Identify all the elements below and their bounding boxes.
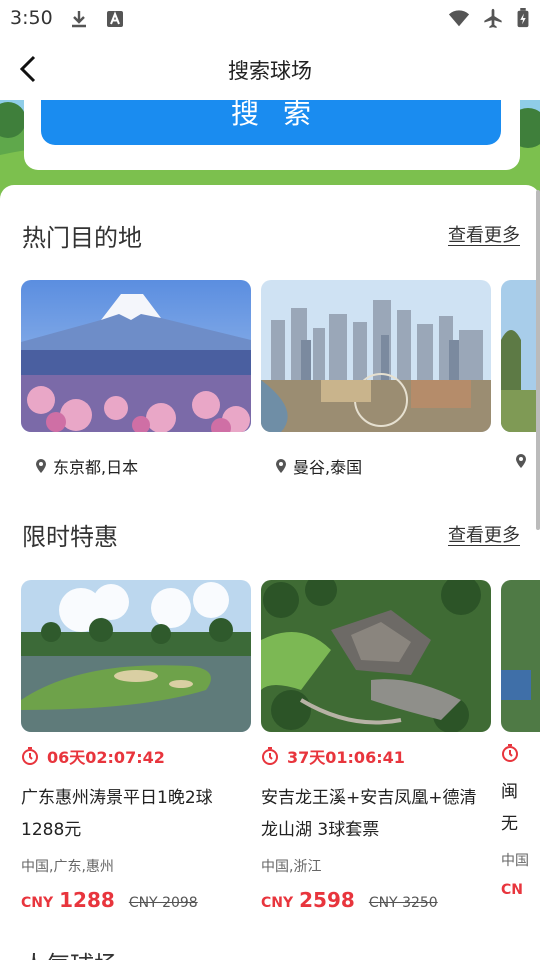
status-time: 3:50 (10, 7, 53, 29)
deal-timer-text: 37天01:06:41 (287, 748, 405, 767)
font-icon (107, 11, 123, 27)
battery-icon (517, 8, 529, 28)
stopwatch-icon (262, 747, 278, 765)
deal-card[interactable]: 06天02:07:42 广东惠州涛景平日1晚2球1288元 中国,广东,惠州 C… (21, 580, 251, 912)
deal-currency: CNY (21, 895, 54, 911)
destination-label (501, 454, 540, 468)
deal-card[interactable]: 37天01:06:41 安吉龙王溪+安吉凤凰+德清龙山湖 3球套票 中国,浙江 … (261, 580, 491, 912)
page-title: 搜索球场 (228, 59, 312, 83)
navigation-bar: 搜索球场 (0, 38, 540, 100)
deal-price-row: CNY 2598 CNY 3250 (261, 888, 491, 912)
download-icon (72, 11, 86, 28)
deal-title: 闽无 (501, 782, 518, 834)
deal-price: 2598 (299, 888, 355, 912)
destination-card[interactable]: 曼谷,泰国 (261, 280, 491, 478)
section-title-popular-courses: 人气球场 (22, 945, 118, 960)
deal-timer: 06天02:07:42 (21, 744, 251, 768)
destination-name: 东京都,日本 (53, 458, 139, 477)
deal-image-resort (261, 580, 491, 732)
destination-label: 东京都,日本 (21, 454, 251, 478)
destination-image-partial (501, 280, 540, 432)
deal-price-row: CNY 1288 CNY 2098 (21, 888, 251, 912)
section-title-deals: 限时特惠 (22, 523, 118, 551)
deal-location: 中国,广东,惠州 (21, 859, 114, 875)
status-icons-left (68, 9, 126, 29)
search-button[interactable]: 搜索 (41, 100, 501, 145)
deal-currency: CNY (261, 895, 294, 911)
destination-image-tokyo (21, 280, 251, 432)
location-pin-icon (36, 459, 46, 473)
wifi-icon (448, 10, 470, 27)
status-bar: 3:50 (0, 0, 540, 38)
destination-name: 曼谷,泰国 (293, 458, 363, 477)
deal-image-partial (501, 580, 540, 732)
stopwatch-icon (502, 744, 518, 762)
deal-timer (501, 744, 540, 762)
destination-card[interactable] (501, 280, 540, 468)
deal-currency: CN (501, 882, 523, 898)
deal-title: 广东惠州涛景平日1晚2球1288元 (21, 788, 213, 840)
scrollbar[interactable] (536, 190, 540, 530)
deal-price-row: CN (501, 882, 540, 898)
deal-price: 1288 (59, 888, 115, 912)
stopwatch-icon (22, 747, 38, 765)
content-sheet: 热门目的地 查看更多 东京都,日本 曼谷,泰国 限时特惠 查看更多 06天02:… (0, 185, 540, 960)
deal-original-price: CNY 2098 (128, 895, 198, 911)
hot-destinations-more-link[interactable]: 查看更多 (448, 221, 520, 247)
destination-label: 曼谷,泰国 (261, 454, 491, 478)
section-title-hot-destinations: 热门目的地 (22, 224, 142, 252)
destination-card[interactable]: 东京都,日本 (21, 280, 251, 478)
deal-timer-text: 06天02:07:42 (47, 748, 165, 767)
deal-location: 中国,浙江 (261, 859, 322, 875)
deal-original-price: CNY 3250 (368, 895, 438, 911)
deal-title: 安吉龙王溪+安吉凤凰+德清龙山湖 3球套票 (261, 788, 477, 840)
deals-more-link[interactable]: 查看更多 (448, 521, 520, 547)
deal-image-golf-lake (21, 580, 251, 732)
location-pin-icon (516, 454, 526, 468)
deal-location: 中国 (501, 853, 529, 869)
airplane-icon (484, 8, 502, 28)
deal-timer: 37天01:06:41 (261, 744, 491, 768)
destination-image-bangkok (261, 280, 491, 432)
location-pin-icon (276, 459, 286, 473)
status-icons-right (448, 8, 530, 28)
deal-card[interactable]: 闽无 中国 CN (501, 580, 540, 898)
